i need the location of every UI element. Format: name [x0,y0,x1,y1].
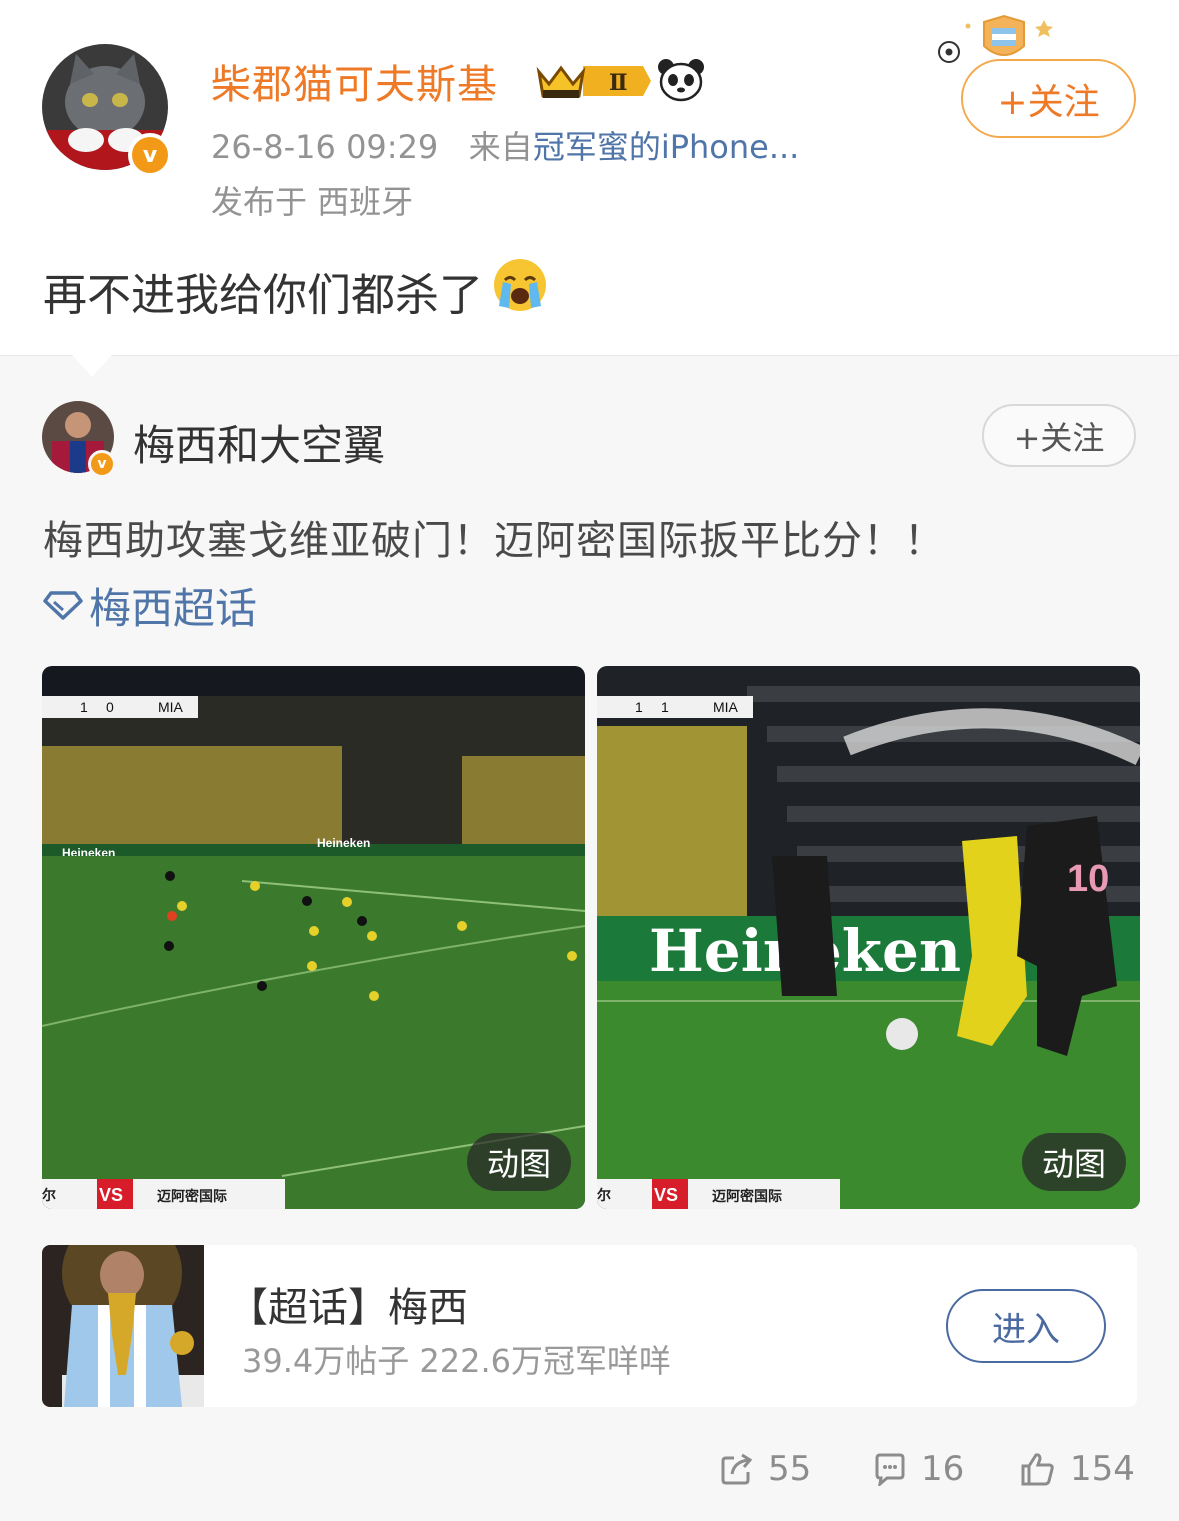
supertopic-thumbnail [42,1245,204,1407]
team-code-1: MIA [158,699,184,715]
post-meta: 26-8-16 09:29 来自冠军蜜的iPhone... [211,122,799,168]
diamond-icon [43,581,83,630]
username[interactable]: 柴郡猫可夫斯基 [211,52,498,110]
source-prefix: 来自 [468,128,533,166]
score-home-2: 1 [635,699,643,715]
left-label-1: 尔 [42,1187,56,1203]
score-away-2: 1 [661,699,669,715]
retweet-username[interactable]: 梅西和大空翼 [133,412,385,473]
panda-icon [657,58,705,106]
level-badge: Ⅱ [609,70,628,96]
comment-count: 16 [921,1449,965,1489]
post-header: v 柴郡猫可夫斯基 Ⅱ 26-8-16 09:29 来自冠军蜜的iPhone..… [0,0,1179,355]
share-icon [721,1453,753,1485]
score-home-1: 1 [80,699,88,715]
svg-text:Heineken: Heineken [317,836,370,850]
retweet-text: 梅西助攻塞戈维亚破门！迈阿密国际扳平比分！！ [43,518,945,564]
supertopic-card[interactable]: 【超话】梅西 39.4万帖子 222.6万冠军咩咩 进入 [42,1245,1137,1407]
gif-badge-1: 动图 [467,1133,571,1191]
like-count: 154 [1070,1449,1135,1489]
svg-text:10: 10 [1067,858,1109,900]
retweet-verified-badge: v [88,450,116,478]
supertopic-link[interactable]: 梅西超话 [43,575,257,636]
follow-button[interactable]: +关注 [961,59,1136,138]
score-away-1: 0 [106,699,114,715]
source-device-link[interactable]: 冠军蜜的iPhone... [533,128,800,166]
share-count: 55 [768,1449,812,1489]
supertopic-stats: 39.4万帖子 222.6万冠军咩咩 [242,1342,672,1380]
post-location: 发布于 西班牙 [211,183,414,221]
retweet-card[interactable]: v 梅西和大空翼 +关注 梅西助攻塞戈维亚破门！迈阿密国际扳平比分！！ 梅西超话… [0,355,1179,1521]
vs-label-1: VS [99,1185,123,1205]
post-timestamp: 26-8-16 09:29 [211,128,439,166]
comment-icon [875,1453,905,1486]
verified-badge: v [128,133,172,177]
membership-crown-icon[interactable]: Ⅱ [535,60,651,106]
retweet-follow-button[interactable]: +关注 [982,404,1136,467]
left-label-2: 尔 [597,1187,611,1203]
supertopic-title: 【超话】梅西 [228,1285,468,1331]
gif-badge-2: 动图 [1022,1133,1126,1191]
like-icon [1021,1453,1054,1486]
team-label-1: 迈阿密国际 [157,1188,227,1204]
share-button[interactable]: 55 [720,1449,811,1489]
media-thumbnail-1[interactable]: Heineken Heineken 1 0 MIA 尔 VS 迈阿密国际 动图 [42,666,585,1209]
enter-button[interactable]: 进入 [946,1289,1106,1363]
comment-button[interactable]: 16 [873,1449,964,1489]
supertopic-label: 梅西超话 [89,584,258,633]
retweet-notch [72,355,112,377]
action-bar: 55 16 154 [0,1449,1179,1509]
team-code-2: MIA [713,699,739,715]
post-text: 再不进我给你们都杀了 [43,256,549,325]
team-label-2: 迈阿密国际 [712,1188,782,1204]
post-body: 再不进我给你们都杀了 [43,269,483,321]
vs-label-2: VS [654,1185,678,1205]
like-button[interactable]: 154 [1020,1449,1135,1489]
cry-emoji-icon [491,256,549,325]
media-thumbnail-2[interactable]: Heineken 10 1 1 MIA 尔 VS 迈阿密国际 动图 [597,666,1140,1209]
